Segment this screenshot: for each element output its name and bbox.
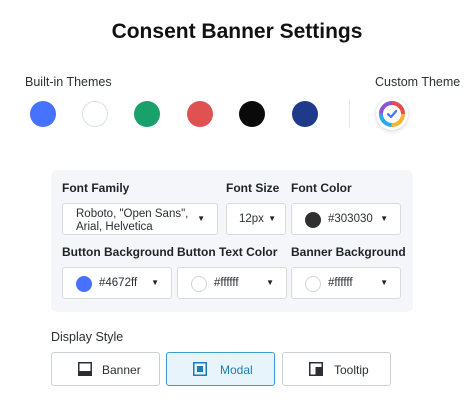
color-wheel-check-icon xyxy=(379,101,405,127)
font-size-label: Font Size xyxy=(226,181,280,195)
banner-background-value: #ffffff xyxy=(328,277,353,289)
theme-swatch-white[interactable] xyxy=(82,101,108,127)
chevron-down-icon: ▼ xyxy=(197,214,205,223)
font-size-value: 12px xyxy=(239,213,264,225)
tooltip-option-label: Tooltip xyxy=(334,363,369,377)
button-background-select[interactable]: #4672ff ▼ xyxy=(62,267,172,299)
font-color-value: #303030 xyxy=(328,213,373,225)
banner-background-swatch xyxy=(305,276,321,292)
page-title: Consent Banner Settings xyxy=(111,20,363,43)
theme-swatch-red[interactable] xyxy=(187,101,213,127)
button-background-label: Button Background xyxy=(62,245,174,259)
builtin-themes-label: Built-in Themes xyxy=(25,75,112,89)
chevron-down-icon: ▼ xyxy=(266,278,274,287)
font-color-label: Font Color xyxy=(291,181,352,195)
display-style-tooltip-button[interactable]: Tooltip xyxy=(282,352,391,386)
button-text-color-label: Button Text Color xyxy=(177,245,278,259)
custom-theme-label: Custom Theme xyxy=(375,75,461,89)
banner-layout-icon xyxy=(78,362,92,376)
font-family-value: Roboto, "Open Sans", Arial, Helvetica xyxy=(76,208,189,233)
theme-swatch-green[interactable] xyxy=(134,101,160,127)
banner-background-select[interactable]: #ffffff ▼ xyxy=(291,267,401,299)
button-text-color-value: #ffffff xyxy=(214,277,239,289)
chevron-down-icon: ▼ xyxy=(380,214,388,223)
font-size-select[interactable]: 12px ▼ xyxy=(226,203,286,235)
display-style-banner-button[interactable]: Banner xyxy=(51,352,160,386)
font-color-swatch xyxy=(305,212,321,228)
theme-swatch-navy[interactable] xyxy=(292,101,318,127)
chevron-down-icon: ▼ xyxy=(268,214,276,223)
theme-swatch-blue[interactable] xyxy=(30,101,56,127)
font-color-select[interactable]: #303030 ▼ xyxy=(291,203,401,235)
button-background-swatch xyxy=(76,276,92,292)
tooltip-layout-icon xyxy=(309,362,323,376)
button-background-value: #4672ff xyxy=(99,277,138,289)
chevron-down-icon: ▼ xyxy=(380,278,388,287)
modal-option-label: Modal xyxy=(220,363,253,377)
button-text-color-select[interactable]: #ffffff ▼ xyxy=(177,267,287,299)
font-family-select[interactable]: Roboto, "Open Sans", Arial, Helvetica ▼ xyxy=(62,203,218,235)
modal-layout-icon xyxy=(193,362,207,376)
font-family-label: Font Family xyxy=(62,181,130,195)
chevron-down-icon: ▼ xyxy=(151,278,159,287)
banner-background-label: Banner Background xyxy=(291,245,406,259)
theme-swatch-black[interactable] xyxy=(239,101,265,127)
banner-option-label: Banner xyxy=(102,363,141,377)
theme-divider xyxy=(349,100,350,128)
display-style-modal-button[interactable]: Modal xyxy=(166,352,275,386)
display-style-label: Display Style xyxy=(51,330,124,344)
custom-theme-button[interactable] xyxy=(376,98,408,130)
button-text-color-swatch xyxy=(191,276,207,292)
